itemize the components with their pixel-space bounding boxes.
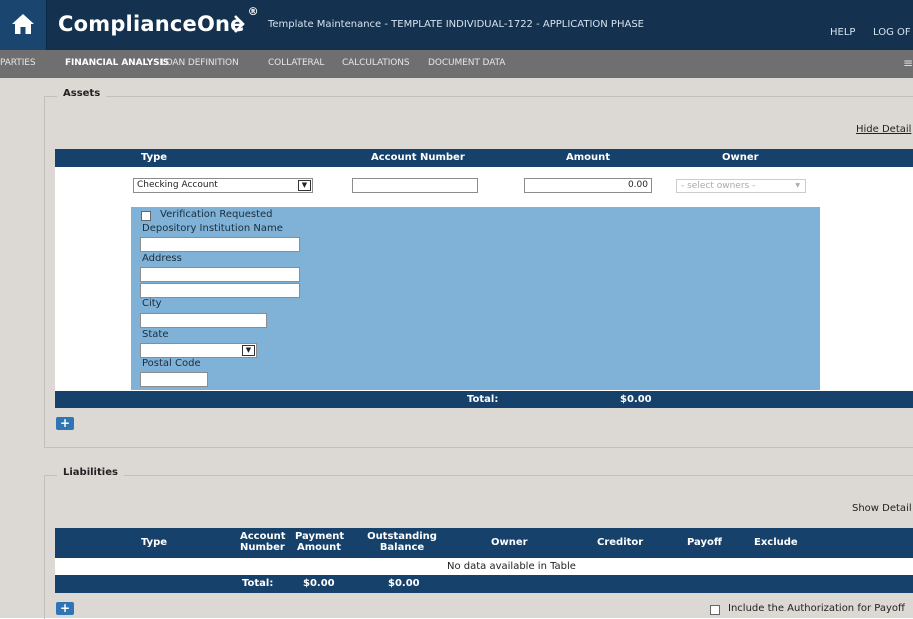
liab-col-outstanding-line1: Outstanding (367, 531, 437, 542)
liabilities-table-header: Type Account Number Payment Amount Outstan… (55, 528, 913, 558)
assets-table-header: Type Account Number Amount Owner (55, 149, 913, 167)
liab-col-outstanding-balance[interactable]: Outstanding Balance (367, 531, 437, 553)
liab-col-account-line2: Number (240, 542, 285, 553)
assets-total-row: Total: $0.00 (55, 391, 913, 408)
liabilities-total-balance: $0.00 (388, 578, 420, 589)
liab-col-account-line1: Account (240, 531, 286, 542)
address-line2-input[interactable] (140, 283, 300, 298)
authorization-checkbox[interactable] (710, 605, 720, 615)
top-bar: ComplianceOne® Template Maintenance - TE… (0, 0, 913, 50)
owner-multiselect[interactable]: - select owners - ▼ (676, 179, 806, 193)
chevron-down-icon: ▼ (242, 345, 255, 356)
app-name: ComplianceOne (58, 12, 245, 36)
account-number-input[interactable] (352, 178, 478, 193)
assets-col-owner[interactable]: Owner (722, 152, 759, 163)
liab-col-payment-line2: Amount (296, 542, 342, 553)
assets-col-amount[interactable]: Amount (566, 152, 610, 163)
authorization-label: Include the Authorization for Payoff (728, 603, 905, 614)
menu-document-data[interactable]: DOCUMENT DATA (428, 58, 505, 68)
liab-col-payment-line1: Payment (295, 531, 345, 542)
add-icon: + (59, 601, 71, 615)
menu-icon[interactable]: ≡ (903, 56, 913, 70)
liab-col-owner[interactable]: Owner (491, 537, 528, 548)
address-label: Address (142, 253, 182, 264)
liab-col-account-number[interactable]: Account Number (240, 531, 286, 553)
home-icon (12, 14, 34, 34)
liab-col-outstanding-line2: Balance (379, 542, 425, 553)
postal-input[interactable] (140, 372, 208, 387)
liabilities-empty-row: No data available in Table (55, 558, 913, 575)
main-menu: PARTIES FINANCIAL ANALYSIS LOAN DEFINITI… (0, 50, 913, 78)
state-label: State (142, 329, 169, 340)
menu-parties[interactable]: PARTIES (0, 58, 36, 68)
liabilities-total-label: Total: (242, 578, 274, 589)
asset-type-value: Checking Account (137, 180, 218, 190)
state-select[interactable]: ▼ (140, 343, 257, 358)
assets-col-type[interactable]: Type (141, 152, 167, 163)
verification-label: Verification Requested (160, 209, 273, 220)
menu-collateral[interactable]: COLLATERAL (268, 58, 324, 68)
logoff-link[interactable]: LOG OF (873, 27, 911, 38)
chevron-right-icon (234, 15, 245, 33)
address-line1-input[interactable] (140, 267, 300, 282)
menu-calculations[interactable]: CALCULATIONS (342, 58, 410, 68)
menu-loan-definition[interactable]: LOAN DEFINITION (161, 58, 239, 68)
add-icon: + (59, 416, 71, 430)
assets-col-account-number[interactable]: Account Number (371, 152, 465, 163)
liabilities-legend: Liabilities (57, 467, 124, 478)
liab-col-exclude[interactable]: Exclude (754, 537, 798, 548)
content-area: Assets Hide Detail Type Account Number A… (0, 78, 913, 619)
page-title: Template Maintenance - TEMPLATE INDIVIDU… (268, 19, 644, 30)
show-detail-link[interactable]: Show Detail (852, 503, 912, 514)
liabilities-total-payment: $0.00 (303, 578, 335, 589)
liab-col-type[interactable]: Type (141, 537, 167, 548)
liabilities-total-row: Total: $0.00 $0.00 (55, 575, 913, 593)
help-link[interactable]: HELP (830, 27, 855, 38)
menu-financial-analysis[interactable]: FINANCIAL ANALYSIS (65, 58, 169, 68)
amount-input[interactable]: 0.00 (524, 178, 652, 193)
empty-table-message: No data available in Table (447, 561, 576, 572)
depository-label: Depository Institution Name (142, 223, 283, 234)
dropdown-arrow-icon: ▼ (795, 182, 800, 189)
city-label: City (142, 298, 162, 309)
add-asset-button[interactable]: + (56, 417, 74, 430)
assets-legend: Assets (57, 88, 107, 99)
assets-total-label: Total: (467, 394, 499, 405)
depository-input[interactable] (140, 237, 300, 252)
home-button[interactable] (0, 0, 47, 50)
city-input[interactable] (140, 313, 267, 328)
asset-type-select[interactable]: Checking Account ▼ (133, 178, 313, 193)
verification-checkbox[interactable] (141, 211, 151, 221)
app-logo[interactable]: ComplianceOne® (58, 5, 259, 36)
chevron-down-icon: ▼ (298, 180, 311, 191)
owner-placeholder: - select owners - (681, 181, 756, 191)
add-liability-button[interactable]: + (56, 602, 74, 615)
hide-detail-link[interactable]: Hide Detail (856, 124, 911, 135)
liab-col-creditor[interactable]: Creditor (597, 537, 643, 548)
liab-col-payment-amount[interactable]: Payment Amount (295, 531, 345, 553)
trademark-symbol: ® (247, 5, 259, 18)
asset-detail-panel (131, 207, 820, 390)
assets-total-value: $0.00 (620, 394, 652, 405)
liab-col-payoff[interactable]: Payoff (687, 537, 722, 548)
postal-label: Postal Code (142, 358, 201, 369)
